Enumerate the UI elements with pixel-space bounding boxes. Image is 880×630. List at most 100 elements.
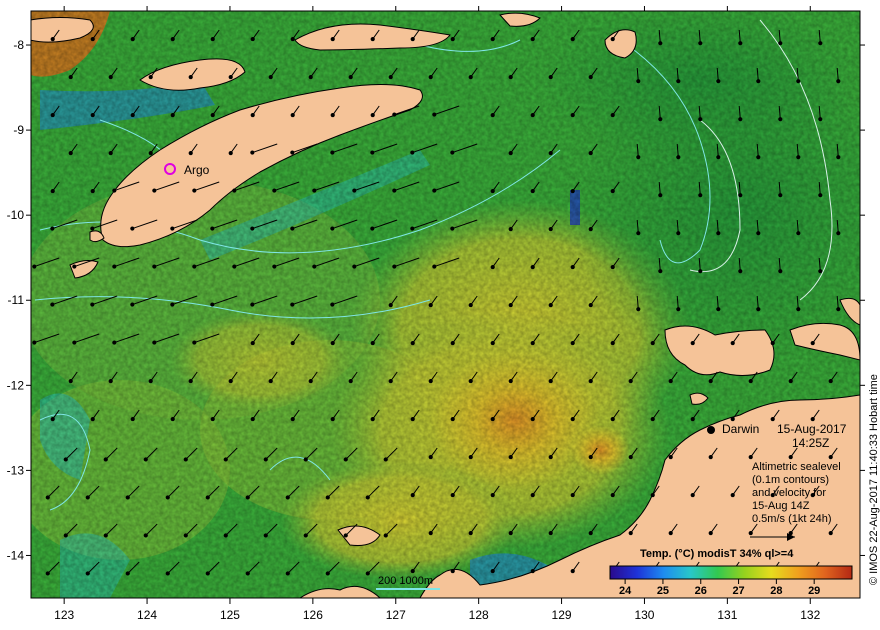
velocity-arrow-head: [68, 74, 73, 80]
x-tick-label: 130: [634, 608, 654, 622]
velocity-arrow-head: [205, 495, 210, 500]
velocity-arrow-head: [690, 340, 695, 346]
velocity-arrow-head: [103, 457, 108, 462]
velocity-arrow-head: [32, 340, 37, 345]
velocity-arrow-head: [130, 302, 135, 307]
velocity-arrow-head: [698, 41, 703, 46]
velocity-arrow-head: [223, 457, 228, 462]
velocity-arrow-head: [570, 568, 575, 574]
velocity-arrow-head: [610, 264, 615, 270]
velocity-arrow-head: [290, 112, 295, 118]
velocity-arrow-head: [112, 264, 117, 269]
velocity-arrow-head: [810, 416, 815, 422]
velocity-arrow-head: [188, 74, 193, 80]
velocity-arrow-head: [690, 492, 695, 498]
velocity-arrow-head: [730, 340, 735, 346]
velocity-arrow-head: [450, 492, 455, 498]
velocity-arrow-head: [588, 150, 593, 156]
velocity-arrow-head: [450, 416, 455, 422]
velocity-arrow-head: [818, 41, 823, 46]
velocity-arrow-head: [836, 155, 841, 160]
velocity-arrow-head: [125, 495, 130, 500]
velocity-arrow-head: [410, 568, 415, 574]
velocity-arrow-head: [796, 155, 801, 160]
velocity-arrow-head: [285, 571, 290, 576]
velocity-arrow-head: [290, 226, 295, 231]
velocity-arrow-head: [530, 188, 535, 194]
velocity-arrow-head: [756, 79, 761, 84]
velocity-arrow-head: [636, 155, 641, 160]
velocity-arrow-head: [588, 226, 593, 232]
velocity-arrow-head: [312, 188, 317, 193]
velocity-arrow-head: [490, 568, 495, 574]
velocity-arrow-head: [365, 571, 370, 576]
velocity-arrow-head: [668, 454, 673, 460]
map-time: 14:25Z: [792, 436, 829, 450]
velocity-arrow-head: [72, 264, 77, 269]
credit-text: © IMOS 22-Aug-2017 11:40:33 Hobart time: [868, 374, 880, 585]
velocity-arrow-head: [548, 454, 553, 460]
velocity-arrow-head: [85, 571, 90, 576]
velocity-arrow-head: [730, 416, 735, 422]
velocity-arrow-head: [836, 307, 841, 312]
y-tick-label: -10: [7, 208, 25, 222]
velocity-arrow-head: [748, 378, 753, 384]
x-tick-label: 124: [137, 608, 157, 622]
velocity-arrow-head: [716, 155, 721, 160]
velocity-arrow-head: [778, 41, 783, 46]
x-tick-label: 132: [800, 608, 820, 622]
velocity-arrow-head: [228, 150, 233, 156]
velocity-arrow-head: [778, 269, 783, 274]
velocity-arrow-head: [392, 188, 397, 193]
velocity-arrow-head: [228, 378, 233, 384]
velocity-arrow-head: [343, 457, 348, 462]
velocity-arrow-head: [698, 193, 703, 198]
velocity-arrow-head: [748, 530, 753, 536]
velocity-arrow-head: [548, 302, 553, 308]
velocity-arrow-head: [370, 36, 375, 42]
velocity-arrow-head: [428, 530, 433, 536]
velocity-arrow-head: [330, 302, 335, 307]
velocity-arrow-head: [708, 530, 713, 536]
velocity-arrow-head: [698, 269, 703, 274]
velocity-arrow-head: [148, 378, 153, 384]
velocity-arrow-head: [508, 378, 513, 384]
velocity-arrow-head: [370, 226, 375, 231]
velocity-arrow-head: [63, 533, 68, 538]
velocity-arrow-head: [170, 226, 175, 231]
velocity-arrow-head: [290, 150, 295, 155]
velocity-arrow-head: [90, 112, 95, 118]
velocity-arrow-head: [352, 264, 357, 269]
velocity-arrow-head: [205, 571, 210, 576]
velocity-arrow-head: [330, 150, 335, 155]
velocity-arrow-head: [530, 340, 535, 346]
velocity-arrow-head: [658, 269, 663, 274]
velocity-arrow-head: [268, 74, 273, 80]
velocity-arrow-head: [223, 533, 228, 538]
velocity-arrow-head: [432, 264, 437, 269]
velocity-arrow-head: [285, 495, 290, 500]
velocity-arrow-head: [628, 530, 633, 536]
velocity-arrow-head: [263, 457, 268, 462]
velocity-arrow-head: [548, 226, 553, 232]
colorbar-tick-label: 27: [732, 585, 744, 597]
velocity-arrow-head: [183, 533, 188, 538]
velocity-arrow-head: [303, 533, 308, 538]
velocity-arrow-head: [650, 492, 655, 498]
argo-label: Argo: [184, 163, 210, 177]
velocity-arrow-head: [738, 269, 743, 274]
velocity-arrow-head: [610, 340, 615, 346]
velocity-arrow-head: [636, 231, 641, 236]
x-tick-label: 128: [469, 608, 489, 622]
velocity-arrow-head: [490, 492, 495, 498]
info-line: and velocity for: [752, 487, 826, 499]
velocity-arrow-head: [272, 264, 277, 269]
y-tick-label: -13: [7, 463, 25, 477]
velocity-arrow-head: [548, 74, 553, 80]
velocity-arrow-head: [388, 74, 393, 80]
velocity-arrow-head: [250, 36, 255, 42]
velocity-arrow-head: [370, 416, 375, 422]
velocity-arrow-head: [343, 533, 348, 538]
velocity-arrow-head: [103, 533, 108, 538]
velocity-arrow-head: [370, 150, 375, 155]
